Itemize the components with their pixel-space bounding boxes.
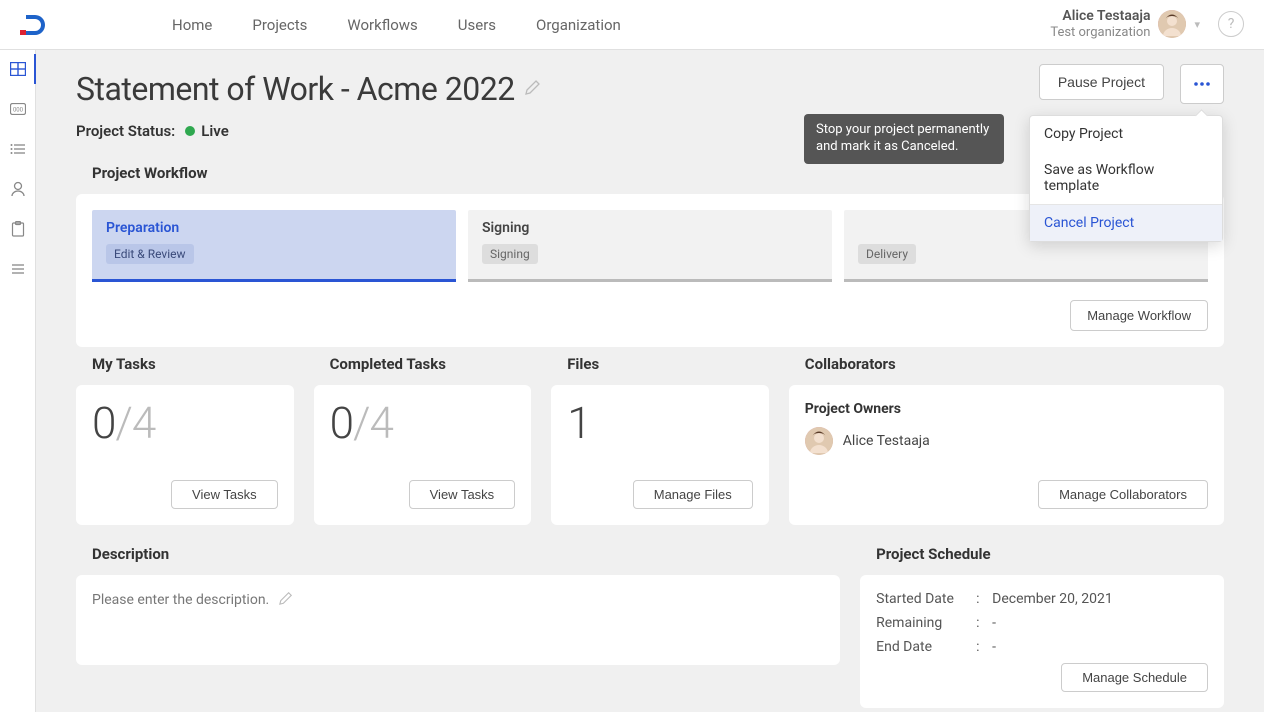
sidebar-user-icon[interactable]	[9, 180, 27, 198]
completed-tasks-title: Completed Tasks	[330, 355, 532, 373]
view-completed-tasks-button[interactable]: View Tasks	[409, 480, 516, 509]
pause-project-button[interactable]: Pause Project	[1039, 64, 1164, 100]
nav-workflows[interactable]: Workflows	[347, 16, 417, 34]
cancel-tooltip: Stop your project permanently and mark i…	[804, 114, 1004, 164]
nav-users[interactable]: Users	[458, 16, 496, 34]
manage-files-button[interactable]: Manage Files	[633, 480, 753, 509]
schedule-card: Started Date:December 20, 2021 Remaining…	[860, 575, 1224, 708]
chevron-down-icon[interactable]: ▾	[1194, 18, 1200, 31]
menu-save-template[interactable]: Save as Workflow template	[1030, 152, 1222, 204]
logo[interactable]	[20, 12, 52, 38]
avatar[interactable]	[1158, 10, 1186, 38]
edit-title-icon[interactable]	[525, 79, 541, 99]
workflow-tag: Signing	[482, 244, 538, 264]
mytasks-title: My Tasks	[92, 355, 294, 373]
description-card: Please enter the description.	[76, 575, 840, 665]
nav-projects[interactable]: Projects	[252, 16, 307, 34]
collaborators-title: Collaborators	[805, 355, 1224, 373]
main-content: Statement of Work - Acme 2022 Pause Proj…	[36, 50, 1264, 712]
workflow-stage-preparation[interactable]: Preparation Edit & Review	[92, 210, 456, 282]
sidebar-counter-icon[interactable]: 000	[9, 100, 27, 118]
status-label: Project Status:	[76, 122, 175, 140]
manage-schedule-button[interactable]: Manage Schedule	[1061, 663, 1208, 692]
page-title: Statement of Work - Acme 2022	[76, 70, 515, 108]
menu-cancel-project[interactable]: Cancel Project	[1030, 204, 1222, 241]
description-placeholder: Please enter the description.	[92, 592, 269, 608]
user-block[interactable]: Alice Testaaja Test organization ▾ ?	[1050, 8, 1244, 40]
workflow-tag: Edit & Review	[106, 244, 194, 264]
files-title: Files	[567, 355, 769, 373]
current-org-name: Test organization	[1050, 25, 1150, 41]
collaborators-card: Project Owners Alice Testaaja Manage Col…	[789, 385, 1224, 525]
top-nav: Home Projects Workflows Users Organizati…	[172, 16, 621, 34]
files-card: 1 Manage Files	[551, 385, 769, 525]
help-button[interactable]: ?	[1218, 11, 1244, 37]
status-value: Live	[201, 122, 229, 140]
sidebar-lines-icon[interactable]	[9, 260, 27, 278]
project-owners-heading: Project Owners	[805, 401, 1208, 417]
top-header: Home Projects Workflows Users Organizati…	[0, 0, 1264, 50]
schedule-title: Project Schedule	[876, 545, 1224, 563]
manage-collaborators-button[interactable]: Manage Collaborators	[1038, 480, 1208, 509]
sidebar-list-icon[interactable]	[9, 140, 27, 158]
current-user-name: Alice Testaaja	[1050, 8, 1150, 25]
owner-avatar	[805, 427, 833, 455]
more-actions-menu: Copy Project Save as Workflow template C…	[1029, 115, 1223, 242]
sidebar-dashboard-icon[interactable]	[9, 60, 27, 78]
mytasks-card: 0/4 View Tasks	[76, 385, 294, 525]
workflow-stage-signing[interactable]: Signing Signing	[468, 210, 832, 282]
manage-workflow-button[interactable]: Manage Workflow	[1070, 300, 1208, 331]
owner-row: Alice Testaaja	[805, 427, 1208, 455]
nav-home[interactable]: Home	[172, 16, 212, 34]
owner-name: Alice Testaaja	[843, 433, 930, 449]
more-actions-button[interactable]: Copy Project Save as Workflow template C…	[1180, 64, 1224, 104]
nav-organization[interactable]: Organization	[536, 16, 621, 34]
view-my-tasks-button[interactable]: View Tasks	[171, 480, 278, 509]
completed-tasks-card: 0/4 View Tasks	[314, 385, 532, 525]
sidebar-clipboard-icon[interactable]	[9, 220, 27, 238]
svg-text:000: 000	[12, 107, 23, 114]
description-title: Description	[92, 545, 840, 563]
workflow-tag: Delivery	[858, 244, 916, 264]
left-sidebar: 000	[0, 50, 36, 712]
menu-copy-project[interactable]: Copy Project	[1030, 116, 1222, 152]
edit-description-icon[interactable]	[279, 591, 293, 609]
status-dot-icon	[185, 126, 195, 136]
